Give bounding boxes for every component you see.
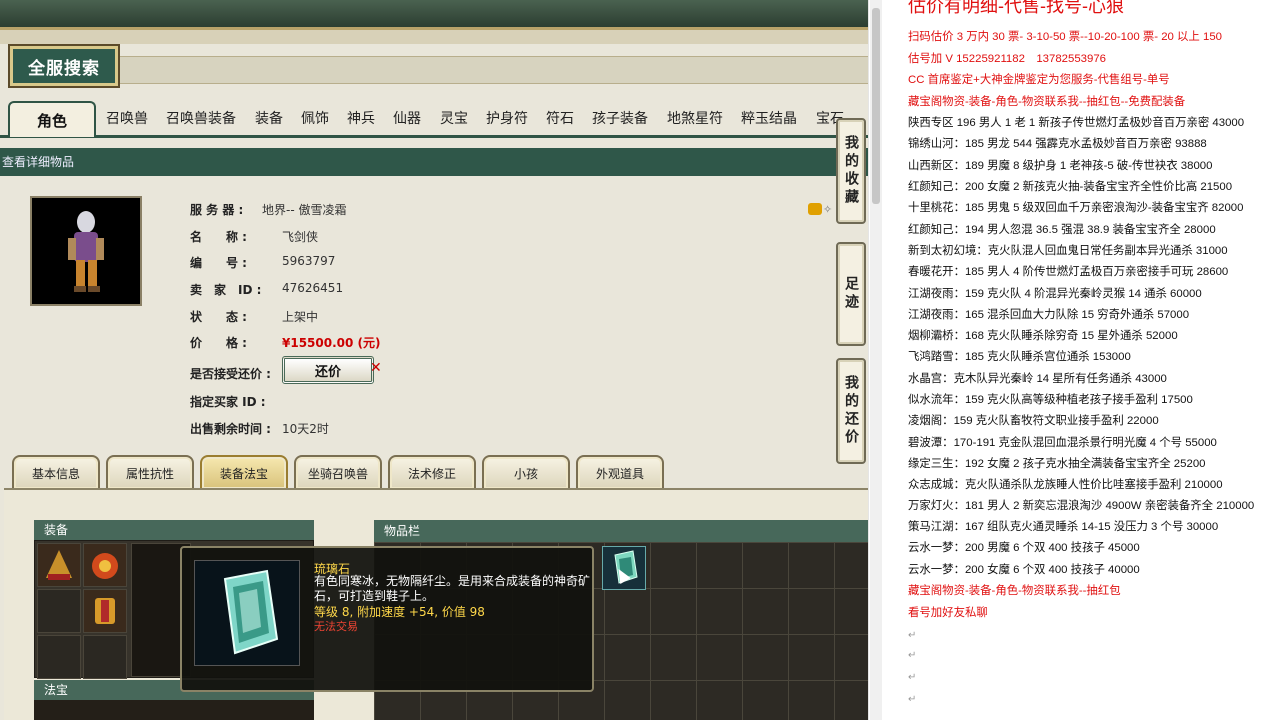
my-counter-offers-button[interactable]: 我的还价 xyxy=(836,358,866,464)
category-tabs: 角色 召唤兽 召唤兽装备 装备 佩饰 神兵 仙器 灵宝 护身符 符石 孩子装备 … xyxy=(0,98,868,138)
tab-rune-stone[interactable]: 符石 xyxy=(546,108,574,128)
my-favorites-button[interactable]: 我的收藏 xyxy=(836,118,866,224)
subtab-appearance[interactable]: 外观道具 xyxy=(576,455,664,489)
paragraph-mark-icon: ↵ xyxy=(908,630,917,641)
doc-line: 云水一梦：200 女魔 6 个双 400 技孩子 40000 xyxy=(908,564,1140,576)
document-panel: 估价有明细-代售-找号-心狼 扫码估价 3 万内 30 票- 3-10-50 票… xyxy=(886,0,1280,720)
item-tooltip: 琉璃石 有色同寒冰，无物隔纤尘。是用来合成装备的神奇矿石，可打造到鞋子上。 等级… xyxy=(180,546,594,692)
seller-label: 卖 家 ID : xyxy=(190,283,262,297)
doc-line: 十里桃花：185 男鬼 5 级双回血千万亲密浪淘沙-装备宝宝齐 82000 xyxy=(908,202,1244,214)
tab-equip[interactable]: 装备 xyxy=(255,108,283,128)
tab-child-equip[interactable]: 孩子装备 xyxy=(592,108,648,128)
doc-line: 陕西专区 196 男人 1 老 1 新孩子传世燃灯孟极妙音百万亲密 43000 xyxy=(908,117,1245,129)
server-value: 地界-- 傲雪凌霜 xyxy=(262,203,347,217)
doc-line: 碧波潭：170-191 克金队混回血混杀景行明光魔 4 个号 55000 xyxy=(908,437,1217,449)
tab-immortal-item[interactable]: 仙器 xyxy=(393,108,421,128)
doc-line: 万家灯火：181 男人 2 新奕忘混浪淘沙 4900W 亲密装备齐全 21000… xyxy=(908,500,1255,512)
detail-title-bar: 查看详细物品 xyxy=(0,148,868,176)
doc-line: 似水流年：159 克火队高等级种植老孩子接手盈利 17500 xyxy=(908,394,1193,406)
doc-line: 凌烟阁：159 克火队畜牧符文职业接手盈利 22000 xyxy=(908,415,1159,427)
fabao-grid xyxy=(34,700,314,720)
subtab-equip-fabao[interactable]: 装备法宝 xyxy=(200,455,288,489)
subtab-attributes[interactable]: 属性抗性 xyxy=(106,455,194,489)
buyer-label: 指定买家 ID : xyxy=(190,395,266,409)
footprint-button[interactable]: 足迹 xyxy=(836,242,866,346)
name-label: 名 称 : xyxy=(190,230,247,244)
doc-line: 春暖花开：185 男人 4 阶传世燃灯孟极百万亲密接手可玩 28600 xyxy=(908,266,1229,278)
paragraph-mark-icon: ↵ xyxy=(908,694,917,705)
gold-icon xyxy=(808,203,822,215)
tab-spirit-treasure[interactable]: 灵宝 xyxy=(440,108,468,128)
scrollbar-thumb[interactable] xyxy=(872,8,880,204)
tab-role[interactable]: 角色 xyxy=(8,101,96,137)
doc-line: 飞鸿踏雪：185 克火队睡杀宫位通杀 153000 xyxy=(908,351,1131,363)
price-label: 价 格 : xyxy=(190,336,247,350)
subtab-basic-info[interactable]: 基本信息 xyxy=(12,455,100,489)
equip-slot-necklace[interactable] xyxy=(83,543,127,587)
doc-line: 烟柳灞桥：168 克火队睡杀除穷奇 15 星外通杀 52000 xyxy=(908,330,1178,342)
glass-stone-image xyxy=(194,560,300,666)
doc-line: 锦绣山河：185 男龙 544 强霹克水孟极妙音百万亲密 93888 xyxy=(908,138,1207,150)
search-band xyxy=(120,56,868,84)
cross-icon: ✕ xyxy=(370,360,382,376)
tooltip-item-desc: 有色同寒冰，无物隔纤尘。是用来合成装备的神奇矿石，可打造到鞋子上。 xyxy=(314,574,591,603)
equip-slot-empty[interactable] xyxy=(83,635,127,679)
doc-line: 红颜知己：200 女魔 2 新孩克火抽-装备宝宝齐全性价比高 21500 xyxy=(908,181,1233,193)
doc-line: 藏宝阁物资-装备-角色-物资联系我--抽红包 xyxy=(908,585,1121,597)
equip-slot-empty[interactable] xyxy=(37,589,81,633)
remaining-value: 10天2时 xyxy=(282,422,329,436)
doc-line: 新到太初幻境：克火队混人回血鬼日常任务副本异光通杀 31000 xyxy=(908,245,1228,257)
doc-line: 红颜知己：194 男人忽混 36.5 强混 38.9 装备宝宝齐全 28000 xyxy=(908,224,1216,236)
game-window: 全服搜索 角色 召唤兽 召唤兽装备 装备 佩饰 神兵 仙器 灵宝 护身符 符石 … xyxy=(0,0,868,720)
doc-line: 云水一梦：200 男魔 6 个双 400 技孩子 45000 xyxy=(908,542,1140,554)
doc-line: 缘定三生：192 女魔 2 孩子克水抽全满装备宝宝齐全 25200 xyxy=(908,458,1206,470)
tab-amulet[interactable]: 护身符 xyxy=(486,108,528,128)
doc-line: 估号加 V 15225921182 13782553976 xyxy=(908,53,1107,65)
tab-jade-crystal[interactable]: 粹玉结晶 xyxy=(741,108,797,128)
doc-line: 江湖夜雨：159 克火队 4 阶混异光秦岭灵猴 14 通杀 60000 xyxy=(908,288,1202,300)
number-label: 编 号 : xyxy=(190,256,247,270)
doc-title: 估价有明细-代售-找号-心狼 xyxy=(908,0,1124,16)
tab-summon[interactable]: 召唤兽 xyxy=(106,108,148,128)
status-label: 状 态 : xyxy=(190,310,247,324)
name-value: 飞剑侠 xyxy=(282,230,319,244)
accept-counter-label: 是否接受还价 : xyxy=(190,367,271,381)
inventory-header: 物品栏 xyxy=(374,520,868,542)
counter-offer-button[interactable]: 还价 xyxy=(282,356,374,384)
server-label: 服 务 器 : xyxy=(190,203,244,217)
status-value: 上架中 xyxy=(282,310,319,324)
doc-line: 众志成城：克火队通杀队龙族睡人性价比哇塞接手盈利 210000 xyxy=(908,479,1223,491)
equip-slot-helmet[interactable] xyxy=(37,543,81,587)
top-banner xyxy=(0,0,868,30)
top-banner-strip xyxy=(0,30,868,44)
character-portrait xyxy=(30,196,142,306)
paragraph-mark-icon: ↵ xyxy=(908,650,917,661)
doc-line: 江湖夜雨：165 混杀回血大力队除 15 穷奇外通杀 57000 xyxy=(908,309,1190,321)
subtab-mount-summon[interactable]: 坐骑召唤兽 xyxy=(294,455,382,489)
doc-line: 看号加好友私聊 xyxy=(908,607,988,619)
seller-value: 47626451 xyxy=(282,281,344,295)
tab-accessory[interactable]: 佩饰 xyxy=(301,108,329,128)
equip-slot-armor[interactable] xyxy=(83,589,127,633)
paragraph-mark-icon: ↵ xyxy=(908,672,917,683)
tab-star-rune[interactable]: 地煞星符 xyxy=(667,108,723,128)
tab-divine-weapon[interactable]: 神兵 xyxy=(347,108,375,128)
remaining-label: 出售剩余时间 : xyxy=(190,422,271,436)
tab-summon-equip[interactable]: 召唤兽装备 xyxy=(166,108,236,128)
doc-line: 藏宝阁物资-装备-角色-物资联系我--抽红包--免费配装备 xyxy=(908,96,1186,108)
number-value: 5963797 xyxy=(282,254,336,268)
doc-line: 水晶宫：克木队异光秦岭 14 星所有任务通杀 43000 xyxy=(908,373,1167,385)
doc-line: CC 首席鉴定+大神金牌鉴定为您服务-代售组号-单号 xyxy=(908,74,1170,86)
subtab-child[interactable]: 小孩 xyxy=(482,455,570,489)
tooltip-trade-status: 无法交易 xyxy=(314,620,358,633)
equip-header: 装备 xyxy=(34,520,314,540)
gold-icon-fragment: ✧ xyxy=(823,203,833,216)
subtab-spell-correction[interactable]: 法术修正 xyxy=(388,455,476,489)
doc-line: 策马江湖：167 组队克火通灵睡杀 14-15 没压力 3 个号 30000 xyxy=(908,521,1219,533)
doc-line: 扫码估价 3 万内 30 票- 3-10-50 票--10-20-100 票- … xyxy=(908,31,1222,43)
doc-line: 山西新区：189 男魔 8 级护身 1 老神孩-5 破-传世袂衣 38000 xyxy=(908,160,1213,172)
full-search-button[interactable]: 全服搜索 xyxy=(8,44,120,88)
equip-slot-empty[interactable] xyxy=(37,635,81,679)
price-value: ¥15500.00 (元) xyxy=(282,336,381,350)
